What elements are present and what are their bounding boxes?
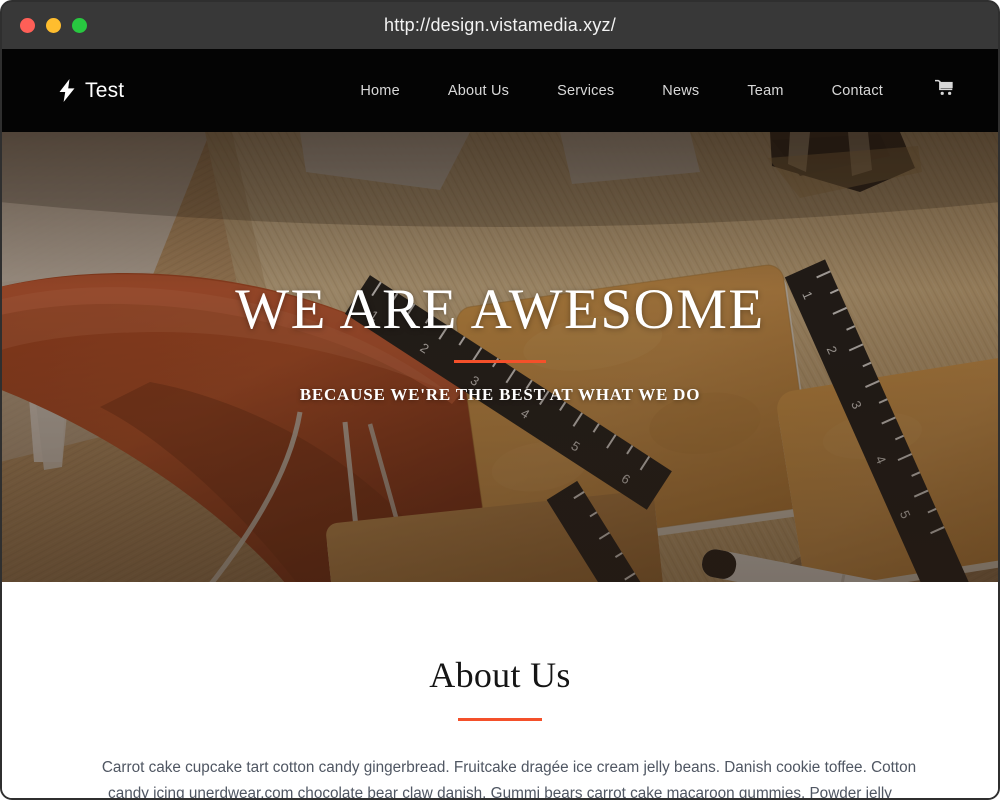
nav-item-services: Services bbox=[533, 82, 638, 100]
nav-link-team[interactable]: Team bbox=[723, 83, 807, 99]
lightning-bolt-icon bbox=[58, 79, 76, 103]
about-section: About Us Carrot cake cupcake tart cotton… bbox=[2, 582, 998, 798]
about-body-text: Carrot cake cupcake tart cotton candy gi… bbox=[101, 759, 917, 798]
nav-item-about-us: About Us bbox=[424, 82, 533, 100]
about-title: About Us bbox=[429, 655, 571, 695]
primary-nav-list: Home About Us Services News Team Contact bbox=[336, 79, 958, 102]
minimize-window-button[interactable] bbox=[46, 18, 61, 33]
nav-link-about-us[interactable]: About Us bbox=[424, 83, 533, 99]
hero-content: WE ARE AWESOME BECAUSE WE'RE THE BEST AT… bbox=[2, 132, 998, 582]
hero-title: WE ARE AWESOME bbox=[235, 278, 765, 341]
address-bar[interactable]: http://design.vistamedia.xyz/ bbox=[2, 15, 998, 36]
nav-link-services[interactable]: Services bbox=[533, 83, 638, 99]
browser-window: http://design.vistamedia.xyz/ Test Home … bbox=[0, 0, 1000, 800]
hero-subtitle: BECAUSE WE'RE THE BEST AT WHAT WE DO bbox=[299, 384, 701, 404]
nav-link-contact[interactable]: Contact bbox=[808, 83, 907, 99]
nav-item-contact: Contact bbox=[808, 82, 907, 100]
maximize-window-button[interactable] bbox=[72, 18, 87, 33]
nav-item-team: Team bbox=[723, 82, 807, 100]
brand-name: Test bbox=[85, 78, 125, 102]
browser-titlebar: http://design.vistamedia.xyz/ bbox=[2, 2, 998, 49]
cart-button[interactable] bbox=[907, 79, 958, 102]
nav-item-news: News bbox=[638, 82, 723, 100]
nav-link-home[interactable]: Home bbox=[336, 83, 423, 99]
page-viewport: Test Home About Us Services News Team Co… bbox=[2, 49, 998, 798]
hero-section: 12 34 56 bbox=[2, 132, 998, 582]
close-window-button[interactable] bbox=[20, 18, 35, 33]
site-navbar: Test Home About Us Services News Team Co… bbox=[2, 49, 998, 132]
hero-divider bbox=[454, 359, 546, 363]
window-controls bbox=[20, 2, 87, 49]
nav-link-news[interactable]: News bbox=[638, 83, 723, 99]
about-divider bbox=[458, 718, 542, 721]
brand-logo-link[interactable]: Test bbox=[58, 79, 124, 103]
nav-item-home: Home bbox=[336, 82, 423, 100]
shopping-cart-icon bbox=[934, 79, 954, 102]
